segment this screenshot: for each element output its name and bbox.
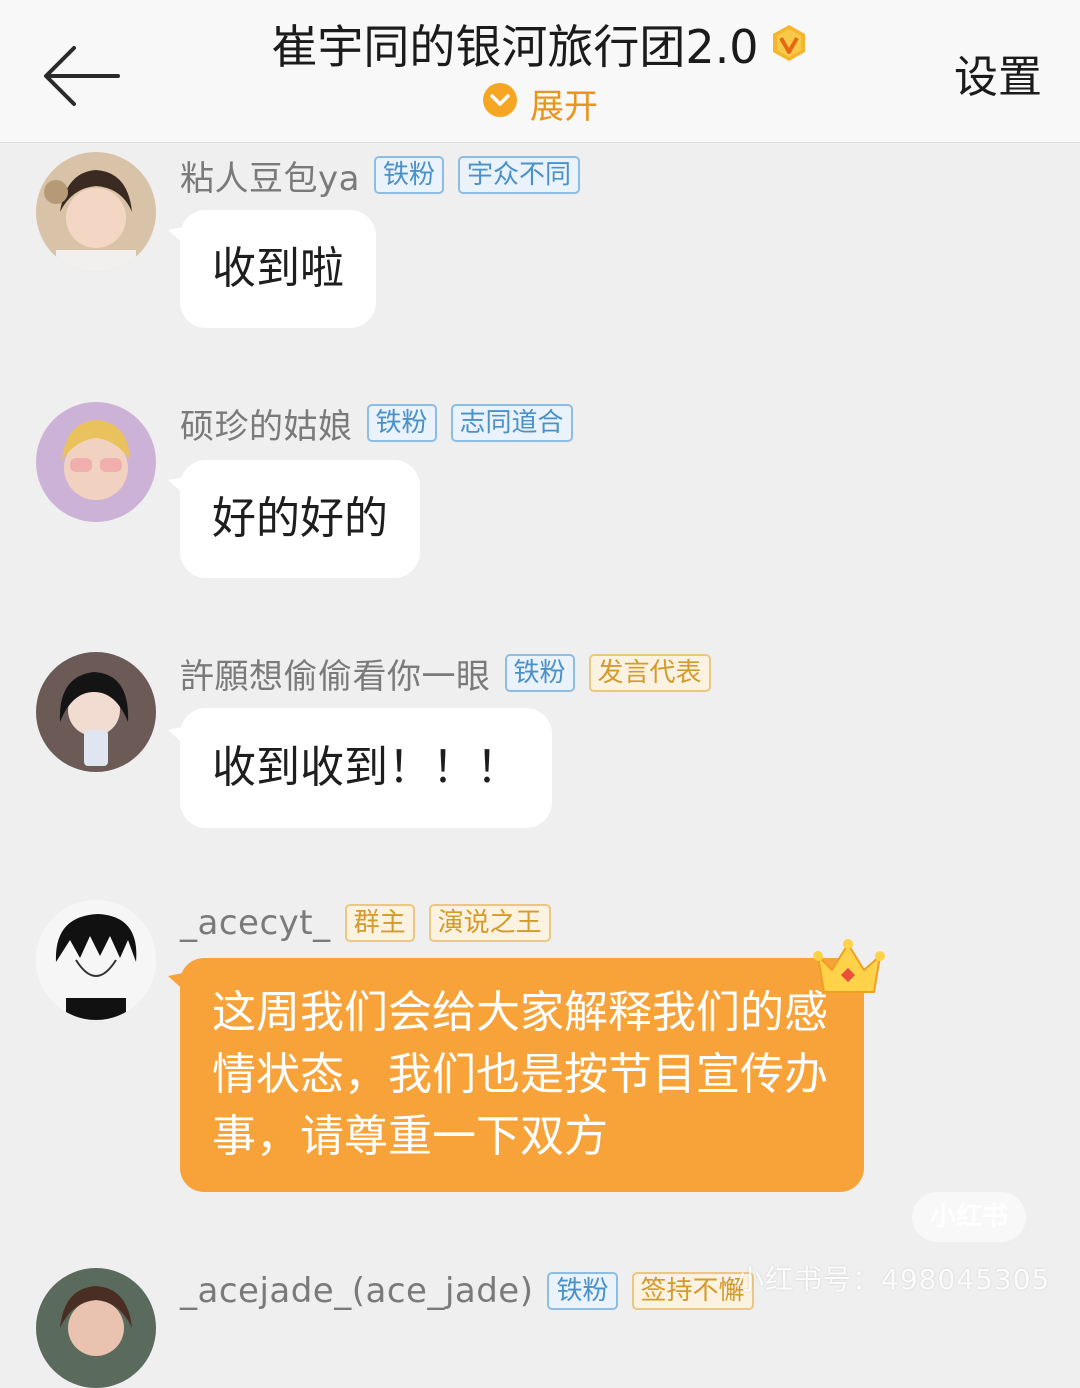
title-badge: 演说之王 [428,904,551,942]
chevron-down-icon [482,82,518,130]
fan-badge: 铁粉 [504,654,575,692]
fan-badge: 铁粉 [547,1272,618,1310]
title-badge: 宇众不同 [457,156,580,194]
account-id-watermark: 小红书号：498045305 [736,1263,1051,1296]
fan-badge: 铁粉 [366,404,437,442]
message-header: _acecyt_ 群主 演说之王 [180,898,565,948]
owner-badge: 群主 [344,904,415,942]
crown-icon [813,939,885,993]
title-badge: 发言代表 [588,654,711,692]
group-title-row: 崔宇同的银河旅行团2.0 [0,14,1080,80]
title-badge: 志同道合 [450,404,573,442]
avatar[interactable] [36,652,156,772]
expand-label: 展开 [530,87,598,127]
avatar[interactable] [36,900,156,1020]
message-bubble[interactable]: 这周我们会给大家解释我们的感情状态，我们也是按节目宣传办事，请尊重一下双方 [180,958,864,1192]
expand-button[interactable]: 展开 [0,82,1080,130]
message-header: 許願想偷偷看你一眼 铁粉 发言代表 [180,648,725,698]
username[interactable]: _acejade_(ace_jade) [180,1271,533,1311]
username[interactable]: 硕珍的姑娘 [180,399,353,448]
avatar[interactable] [36,402,156,522]
message-bubble[interactable]: 收到啦 [180,210,376,328]
group-title: 崔宇同的银河旅行团2.0 [271,20,759,74]
message-header: 粘人豆包ya 铁粉 宇众不同 [180,150,594,200]
message-bubble[interactable]: 收到收到！！！ [180,708,552,828]
message-header: _acejade_(ace_jade) 铁粉 签持不懈 [180,1266,768,1316]
fan-badge: 铁粉 [373,156,444,194]
verified-badge-icon [769,14,809,80]
settings-button[interactable]: 设置 [954,48,1042,108]
username[interactable]: _acecyt_ [180,903,331,943]
avatar[interactable] [36,152,156,272]
avatar[interactable] [36,1268,156,1388]
username[interactable]: 粘人豆包ya [180,151,360,200]
message-bubble[interactable]: 好的好的 [180,460,420,578]
message-header: 硕珍的姑娘 铁粉 志同道合 [180,398,587,448]
xiaohongshu-logo-watermark: 小红书 [912,1192,1026,1242]
chat-header: 崔宇同的银河旅行团2.0 展开 设置 [0,0,1080,143]
username[interactable]: 許願想偷偷看你一眼 [180,649,491,698]
